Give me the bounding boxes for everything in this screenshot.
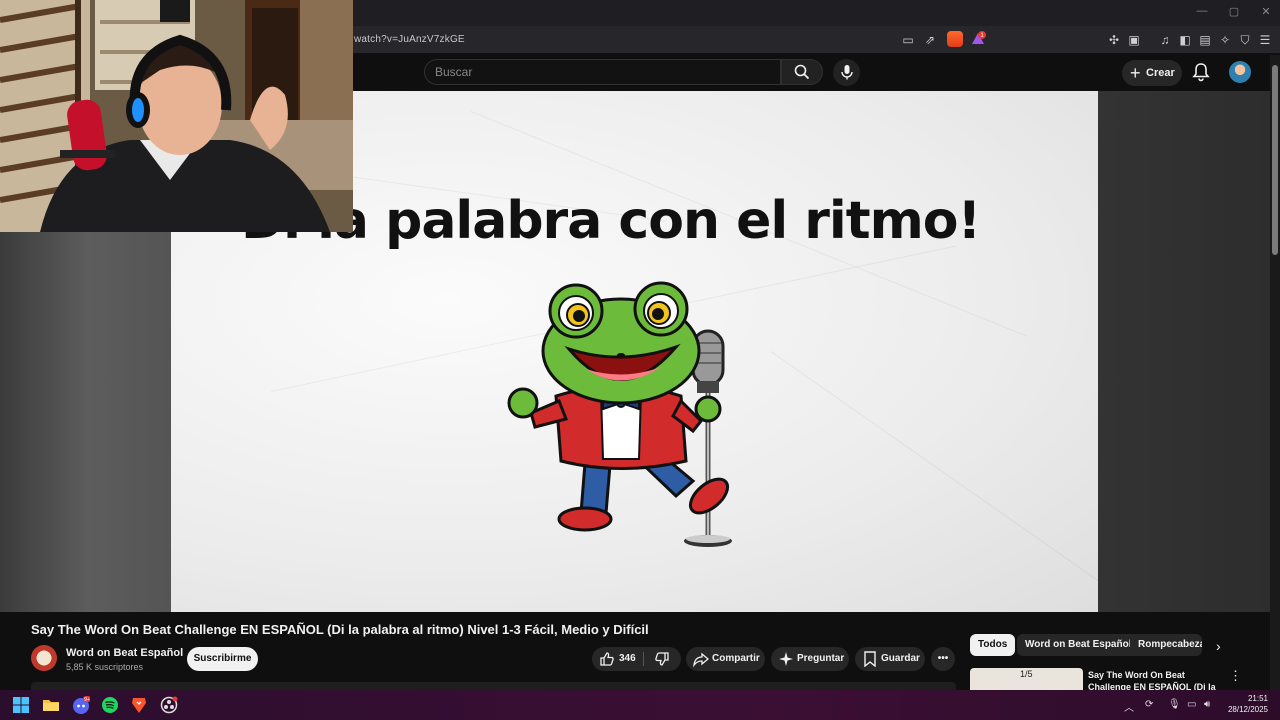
- ask-label: Preguntar: [797, 653, 845, 664]
- recommendation-title[interactable]: Say The Word On Beat Challenge EN ESPAÑO…: [1088, 669, 1218, 691]
- share-page-icon[interactable]: ⇗: [922, 32, 938, 48]
- chevron-right-icon[interactable]: ›: [1216, 638, 1221, 654]
- page-scrollbar[interactable]: [1270, 55, 1280, 690]
- share-label: Compartir: [712, 653, 760, 664]
- obs-icon[interactable]: [160, 696, 178, 714]
- video-title: Say The Word On Beat Challenge EN ESPAÑO…: [31, 622, 649, 637]
- discord-badge: 9+: [84, 697, 90, 703]
- windows-start-icon[interactable]: [12, 696, 30, 714]
- voice-search-button[interactable]: [833, 59, 860, 86]
- leo-ai-icon[interactable]: ✧: [1217, 32, 1233, 48]
- menu-icon[interactable]: ☰: [1257, 32, 1273, 48]
- microphone-tray-icon[interactable]: 🎙︎: [1168, 699, 1181, 710]
- dislike-button[interactable]: [644, 647, 681, 671]
- notifications-bell-icon[interactable]: [1191, 62, 1211, 82]
- clock-date: 28/12/2025: [1227, 705, 1268, 714]
- like-count: 346: [619, 653, 636, 664]
- thumbs-up-icon: [600, 652, 614, 666]
- chip-todos[interactable]: Todos: [970, 634, 1016, 656]
- clock[interactable]: 21:51 28/12/2025: [1222, 693, 1268, 715]
- sparkle-icon: [779, 652, 793, 666]
- screenshot-icon[interactable]: ▣: [1126, 32, 1142, 48]
- like-dislike-group: 346: [592, 647, 681, 671]
- user-avatar[interactable]: [1229, 61, 1251, 83]
- spotify-icon[interactable]: [101, 696, 119, 714]
- chip-rompecabezas[interactable]: Rompecabeza: [1130, 634, 1202, 656]
- channel-avatar[interactable]: [31, 645, 57, 671]
- more-actions-button[interactable]: •••: [931, 647, 955, 671]
- restore-icon[interactable]: ▢: [1222, 5, 1246, 18]
- plus-icon: +: [1130, 63, 1141, 83]
- brave-rewards-icon[interactable]: 1: [970, 31, 986, 47]
- create-button[interactable]: + Crear: [1122, 60, 1182, 86]
- url-text[interactable]: watch?v=JuAnzV7zkGE: [354, 34, 465, 45]
- clock-time: 21:51: [1247, 694, 1268, 703]
- channel-name[interactable]: Word on Beat Español: [66, 647, 183, 659]
- description-box[interactable]: [31, 682, 956, 690]
- like-button[interactable]: 346: [592, 647, 643, 671]
- vpn-shield-icon[interactable]: ⛉: [1237, 32, 1253, 48]
- microphone-icon: [841, 65, 853, 80]
- save-button[interactable]: Guardar: [855, 647, 925, 671]
- subscriber-count: 5,85 K suscriptores: [66, 662, 144, 672]
- brave-shields-icon[interactable]: [947, 31, 963, 47]
- sidebar-toggle-icon[interactable]: ◧: [1177, 32, 1193, 48]
- save-label: Guardar: [881, 653, 920, 664]
- chip-channel[interactable]: Word on Beat Español: [1017, 634, 1140, 656]
- create-label: Crear: [1146, 67, 1175, 79]
- share-icon: [693, 652, 709, 667]
- bookmark-icon: [864, 651, 876, 667]
- singing-frog-illustration: [507, 281, 732, 547]
- recommendation-thumbnail[interactable]: 1/5: [970, 668, 1083, 690]
- video-details: Say The Word On Beat Challenge EN ESPAÑO…: [0, 612, 1270, 691]
- media-icon[interactable]: ♫: [1157, 32, 1173, 48]
- search-box[interactable]: [424, 59, 781, 85]
- thumbnail-pager: 1/5: [1020, 669, 1033, 679]
- screen: — ▢ ✕ watch?v=JuAnzV7zkGE ▭ ⇗ ✣ ▣ ♫ ◧ ▤ …: [0, 0, 1280, 720]
- volume-icon[interactable]: 🔊︎: [1204, 699, 1210, 710]
- search-input[interactable]: [425, 60, 780, 84]
- extensions-icon[interactable]: ✣: [1106, 32, 1122, 48]
- file-explorer-icon[interactable]: [42, 696, 60, 714]
- share-button[interactable]: Compartir: [686, 647, 765, 671]
- webcam-overlay: [0, 0, 353, 232]
- sync-icon[interactable]: ⟳: [1145, 699, 1153, 710]
- search-button[interactable]: [781, 59, 823, 85]
- windows-taskbar: 9+ ︿ ⟳ 🎙︎ ▭ 🔊︎ 21:51 28/12/2025: [0, 690, 1280, 720]
- subscribe-button[interactable]: Suscribirme: [187, 647, 258, 671]
- search-icon: [794, 64, 810, 80]
- discord-icon[interactable]: 9+: [72, 696, 90, 714]
- thumbs-down-icon: [655, 652, 669, 666]
- more-dots-icon: •••: [937, 653, 949, 664]
- cast-icon[interactable]: ▭: [900, 32, 916, 48]
- kebab-menu-icon[interactable]: ⋮: [1229, 668, 1242, 684]
- scrollbar-thumb[interactable]: [1272, 65, 1278, 255]
- network-icon[interactable]: ▭: [1187, 699, 1196, 710]
- close-icon[interactable]: ✕: [1254, 5, 1278, 18]
- ask-button[interactable]: Preguntar: [771, 647, 849, 671]
- tray-overflow-icon[interactable]: ︿: [1124, 699, 1134, 714]
- brave-browser-icon[interactable]: [130, 696, 148, 714]
- wallet-icon[interactable]: ▤: [1197, 32, 1213, 48]
- minimize-icon[interactable]: —: [1190, 5, 1214, 17]
